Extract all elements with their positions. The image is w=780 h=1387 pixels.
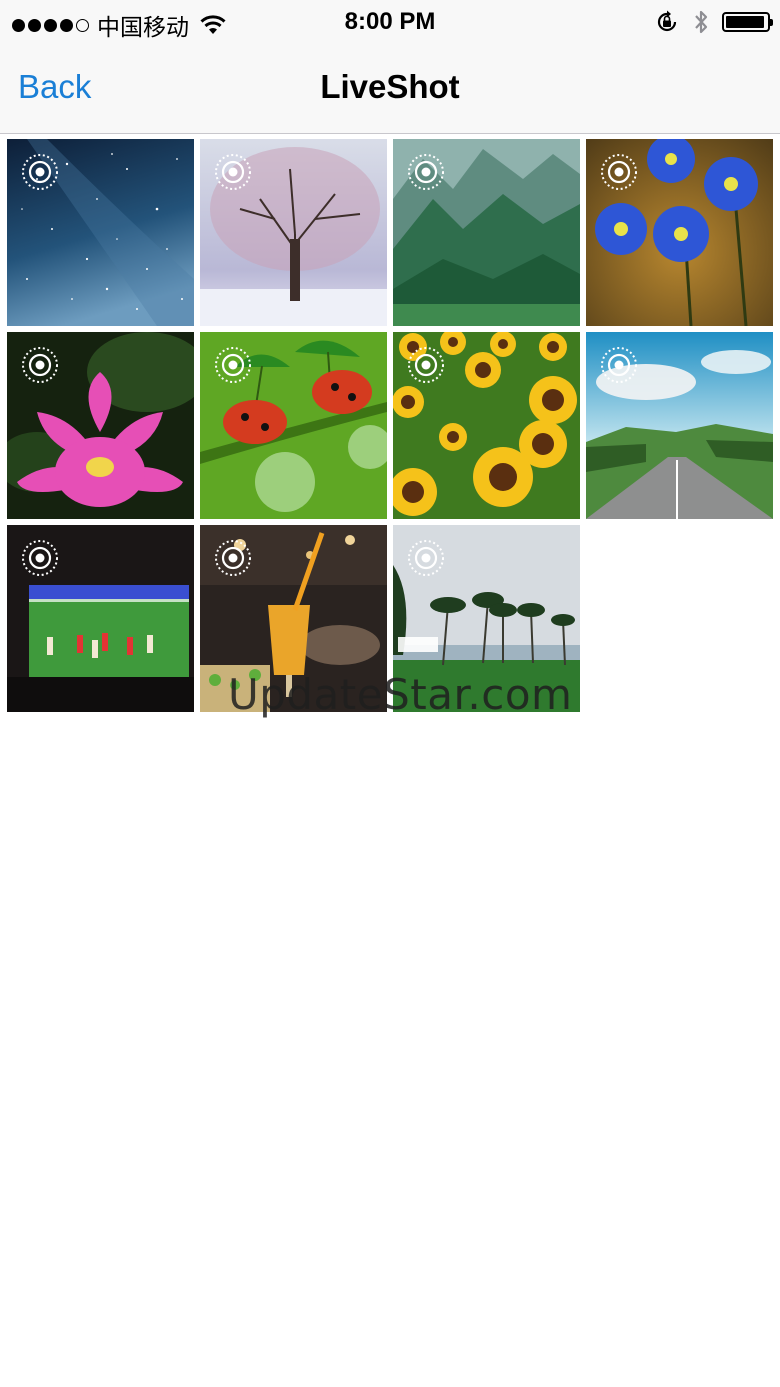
status-right [654,8,773,36]
rotation-lock-icon [657,10,677,32]
photo-tile-misty-mountains[interactable] [393,139,580,326]
photo-grid [7,139,774,712]
photo-tile-blue-flowers[interactable] [586,139,773,326]
live-photo-icon [21,539,59,577]
battery-level [726,16,764,28]
live-photo-icon [407,153,445,191]
photo-tile-sunflowers[interactable] [393,332,580,519]
live-photo-icon [214,346,252,384]
photo-tile-country-road[interactable] [586,332,773,519]
battery-icon [722,12,773,32]
live-photo-icon [407,539,445,577]
photo-tile-ladybugs[interactable] [200,332,387,519]
photo-tile-soccer-tv[interactable] [7,525,194,712]
navigation-bar: Back LiveShot [0,42,780,134]
live-photo-icon [600,346,638,384]
live-photo-icon [214,153,252,191]
photo-tile-snowy-tree[interactable] [200,139,387,326]
status-bar: 中国移动 8:00 PM [0,0,780,42]
live-photo-icon [21,346,59,384]
watermark: UpdateStar.com [228,670,573,719]
photo-tile-pink-lotus[interactable] [7,332,194,519]
bluetooth-icon [695,10,708,34]
live-photo-icon [21,153,59,191]
photo-tile-starry-sky[interactable] [7,139,194,326]
live-photo-icon [214,539,252,577]
page-title: LiveShot [320,68,460,105]
live-photo-icon [600,153,638,191]
live-photo-icon [407,346,445,384]
